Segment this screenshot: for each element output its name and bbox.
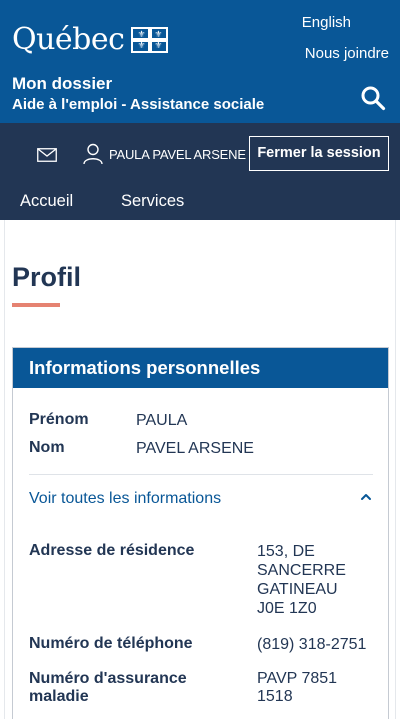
health-insurance-value: PAVP 7851 1518 (257, 670, 337, 706)
prenom-label: Prénom (29, 411, 89, 428)
quebec-logo[interactable]: Québec ⚜ ⚜ ⚜ ⚜ (12, 22, 169, 58)
logo-wordmark: Québec (12, 22, 125, 57)
see-all-info-link[interactable]: Voir toutes les informations (29, 490, 221, 508)
site-header: Québec ⚜ ⚜ ⚜ ⚜ English Nous joindre Mon do… (0, 0, 400, 123)
card-header: Informations personnelles (13, 348, 388, 388)
address-line: GATINEAU (257, 581, 338, 598)
nom-label: Nom (29, 439, 65, 456)
health-value-line: PAVP 7851 (257, 670, 338, 687)
title-underline (12, 303, 60, 307)
card-title: Informations personnelles (29, 357, 261, 378)
health-value-line: 1518 (257, 688, 293, 705)
section-title: Mon dossier (12, 74, 113, 93)
phone-value: (819) 318-2751 (257, 636, 367, 653)
address-label: Adresse de résidence (29, 542, 195, 559)
health-insurance-label: Numéro d'assurance maladie (29, 670, 187, 706)
logout-button[interactable]: Fermer la session (249, 136, 389, 171)
main-nav: Accueil Services (0, 185, 400, 220)
personal-info-card: Informations personnelles (12, 347, 389, 719)
nom-value: PAVEL ARSENE (136, 440, 254, 457)
user-bar: PAULA PAVEL ARSENE Fermer la session (0, 123, 400, 185)
chevron-up-icon[interactable] (359, 492, 373, 502)
address-line: 153, DE (257, 543, 315, 560)
address-line: J0E 1Z0 (257, 600, 317, 617)
prenom-value: PAULA (136, 412, 188, 429)
address-value: 153, DE SANCERRE GATINEAU J0E 1Z0 (257, 542, 346, 618)
address-line: SANCERRE (257, 562, 346, 579)
divider (29, 474, 373, 475)
page-title: Profil (12, 262, 82, 292)
phone-label: Numéro de téléphone (29, 635, 193, 652)
user-name[interactable]: PAULA PAVEL ARSENE (109, 147, 246, 162)
search-icon[interactable] (360, 85, 386, 111)
program-title: Aide à l'emploi - Assistance sociale (12, 96, 265, 113)
contact-link[interactable]: Nous joindre (305, 45, 389, 62)
language-link[interactable]: English (302, 14, 351, 31)
quebec-flag-icon: ⚜ ⚜ ⚜ ⚜ (131, 27, 169, 53)
user-icon (83, 143, 103, 165)
nav-item-services[interactable]: Services (121, 192, 184, 211)
mail-icon[interactable] (37, 148, 57, 162)
health-label-line: maladie (29, 688, 89, 705)
nav-item-accueil[interactable]: Accueil (20, 192, 73, 211)
health-label-line: Numéro d'assurance (29, 670, 187, 687)
